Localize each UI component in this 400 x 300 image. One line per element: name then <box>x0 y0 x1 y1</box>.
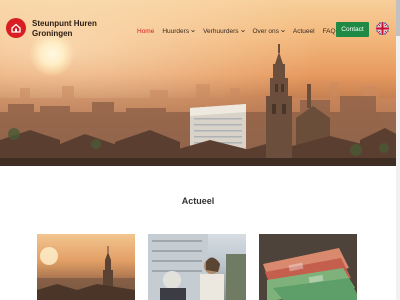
scrollbar-track[interactable] <box>396 0 400 300</box>
brand-name-line1: Steunpunt Huren <box>32 19 97 28</box>
news-card-image[interactable] <box>37 234 135 300</box>
chevron-down-icon <box>240 29 245 33</box>
nav-item-home[interactable]: Home <box>137 28 154 35</box>
logo[interactable] <box>6 18 26 38</box>
nav-item-label: Over ons <box>252 27 279 35</box>
contact-button[interactable]: Contact <box>336 22 369 37</box>
section-title-actueel: Actueel <box>181 196 215 206</box>
nav-item-label: Actueel <box>292 27 315 35</box>
uk-flag-icon[interactable] <box>376 22 389 35</box>
nav-item-label: FAQ <box>322 27 336 35</box>
nav-item-faq[interactable]: FAQ <box>323 28 336 35</box>
news-card-image[interactable] <box>259 234 357 300</box>
chevron-down-icon <box>191 29 195 33</box>
nav-item-label: Verhuurders <box>203 27 239 35</box>
nav-item-huurders[interactable]: Huurders <box>162 28 195 35</box>
nav-item-label: Home <box>137 27 155 35</box>
scrollbar-thumb[interactable] <box>396 0 400 36</box>
groningen-city-image <box>37 246 135 300</box>
site-header: Steunpunt Huren Groningen Home Huurders … <box>0 0 400 60</box>
house-icon <box>11 23 21 33</box>
euro-banknotes-image <box>259 234 357 300</box>
nav-item-actueel[interactable]: Actueel <box>293 28 315 35</box>
chevron-down-icon <box>281 29 285 33</box>
nav-item-label: Huurders <box>162 27 190 35</box>
main-nav: Home Huurders Verhuurders Over ons Actue… <box>137 25 344 37</box>
nav-item-over-ons[interactable]: Over ons <box>253 28 285 35</box>
nav-item-verhuurders[interactable]: Verhuurders <box>203 27 245 35</box>
brand-name[interactable]: Steunpunt Huren Groningen <box>32 19 122 39</box>
brand-name-line2: Groningen <box>32 29 73 38</box>
elderly-women-image <box>148 234 246 300</box>
news-card-image[interactable] <box>148 234 246 300</box>
